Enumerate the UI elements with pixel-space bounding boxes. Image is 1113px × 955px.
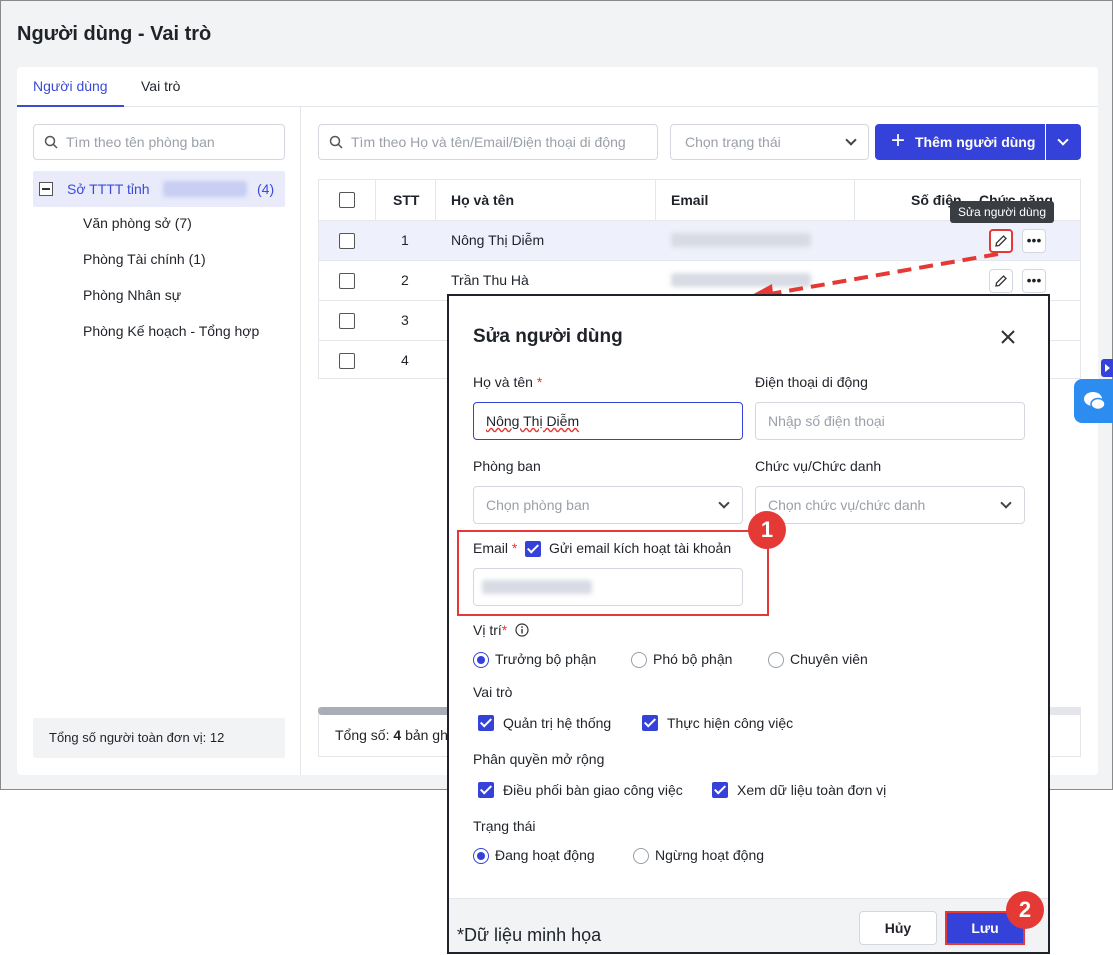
status-radio-inactive[interactable] (633, 848, 649, 864)
department-label: Phòng ban (473, 458, 541, 474)
chevron-down-icon (1000, 497, 1012, 509)
status-option-label: Đang hoạt động (495, 847, 595, 863)
position-option-label: Chuyên viên (790, 651, 868, 667)
role-checkbox-admin[interactable] (478, 715, 494, 731)
title-label: Chức vụ/Chức danh (755, 458, 882, 474)
position-label: Vị trí* (473, 622, 529, 638)
email-field[interactable] (473, 568, 743, 606)
email-label: Email * (473, 540, 518, 556)
info-icon (515, 623, 529, 637)
position-option-label: Trưởng bộ phận (495, 651, 597, 667)
dialog-footer: *Dữ liệu minh họa Hủy Lưu (449, 898, 1048, 952)
department-select[interactable]: Chọn phòng ban (473, 486, 743, 524)
position-radio-pho[interactable] (631, 652, 647, 668)
status-radio-active[interactable] (473, 848, 489, 864)
cancel-button[interactable]: Hủy (859, 911, 937, 945)
edit-user-dialog: Sửa người dùng Họ và tên * Nông Thị Diễm… (447, 294, 1050, 954)
send-activation-checkbox[interactable] (525, 541, 541, 557)
role-option-label: Thực hiện công việc (667, 715, 794, 731)
perm-checkbox-handover[interactable] (478, 782, 494, 798)
redacted-email (482, 580, 592, 594)
position-option-label: Phó bộ phận (653, 651, 733, 667)
send-activation-label: Gửi email kích hoạt tài khoản (549, 540, 732, 556)
perm-option-label: Điều phối bàn giao công việc (503, 782, 683, 798)
phone-field[interactable]: Nhập số điện thoại (755, 402, 1025, 440)
name-label: Họ và tên * (473, 374, 543, 390)
status-option-label: Ngừng hoạt động (655, 847, 765, 863)
step-badge-2: 2 (1006, 891, 1044, 929)
dialog-title: Sửa người dùng (473, 326, 623, 347)
position-radio-truong[interactable] (473, 652, 489, 668)
role-option-label: Quản trị hệ thống (503, 715, 612, 731)
chevron-down-icon (718, 497, 730, 509)
illustration-note: *Dữ liệu minh họa (457, 925, 602, 945)
close-icon[interactable] (999, 328, 1017, 346)
permission-label: Phân quyền mở rộng (473, 751, 605, 767)
title-select[interactable]: Chọn chức vụ/chức danh (755, 486, 1025, 524)
status-label: Trạng thái (473, 818, 536, 834)
step-badge-1: 1 (748, 511, 786, 549)
role-checkbox-worker[interactable] (642, 715, 658, 731)
perm-checkbox-view-all[interactable] (712, 782, 728, 798)
position-radio-chuyen-vien[interactable] (768, 652, 784, 668)
phone-label: Điện thoại di động (755, 374, 868, 390)
name-field[interactable]: Nông Thị Diễm (473, 402, 743, 440)
perm-option-label: Xem dữ liệu toàn đơn vị (737, 782, 887, 798)
role-label: Vai trò (473, 684, 513, 700)
